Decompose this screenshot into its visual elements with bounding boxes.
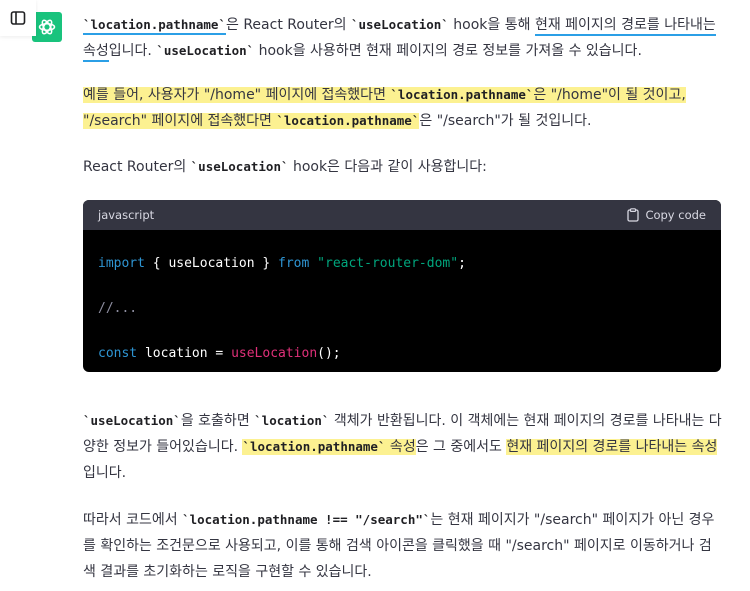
text: 을 호출하면 — [180, 413, 255, 429]
code-text: (); — [317, 346, 341, 361]
paragraph-1: `location.pathname`은 React Router의 `useL… — [83, 12, 723, 64]
inline-code: `location.pathname` — [276, 113, 420, 128]
code-content: import { useLocation } from "react-route… — [83, 230, 721, 372]
highlighted-text: "/search" 페이지에 접속했다면 — [83, 113, 277, 129]
inline-code: `useLocation` — [190, 159, 289, 174]
code-text: ; — [458, 256, 466, 271]
text: hook은 다음과 같이 사용합니다: — [288, 159, 487, 175]
text: 은 React Router의 — [226, 17, 351, 33]
highlighted-text: 현재 페이지의 경로를 나타내는 속성 — [506, 439, 718, 455]
highlighted-text: 예를 들어, 사용자가 "/home" 페이지에 접속했다면 — [83, 87, 391, 103]
inline-code: `location.pathname` — [242, 439, 386, 454]
copy-code-label: Copy code — [645, 208, 706, 222]
inline-code: `useLocation` — [83, 413, 181, 428]
text: 따라서 코드에서 — [83, 512, 183, 528]
inline-code: `location.pathname !== "/search"` — [182, 512, 431, 527]
text: hook을 통해 — [448, 17, 535, 33]
code-keyword: from — [278, 256, 310, 271]
inline-code: `useLocation` — [156, 43, 255, 58]
copy-code-button[interactable]: Copy code — [627, 202, 706, 228]
code-text: location = — [137, 346, 232, 361]
code-keyword: const — [98, 346, 138, 361]
paragraph-4: `useLocation`을 호출하면 `location` 객체가 반환됩니다… — [83, 408, 723, 486]
code-function: useLocation — [231, 346, 318, 361]
code-line: import { useLocation } from "react-route… — [98, 241, 706, 286]
underlined-text: 속성 — [83, 43, 109, 62]
assistant-message: `location.pathname`은 React Router의 `useL… — [83, 12, 723, 585]
text: hook을 사용하면 현재 페이지의 경로 정보를 가져올 수 있습니다. — [254, 43, 642, 59]
assistant-avatar — [32, 12, 62, 42]
paragraph-3: React Router의 `useLocation` hook은 다음과 같이… — [83, 154, 723, 180]
inline-code: `location` — [254, 413, 330, 428]
code-keyword: import — [98, 256, 145, 271]
text: React Router의 — [83, 159, 191, 175]
code-text: { useLocation } — [144, 256, 279, 271]
text: 입니다. — [83, 465, 127, 481]
openai-logo-icon — [38, 19, 56, 35]
text: 은 그 중에서도 — [415, 439, 507, 455]
clipboard-icon — [627, 208, 640, 222]
paragraph-2: 예를 들어, 사용자가 "/home" 페이지에 접속했다면 `location… — [83, 82, 723, 134]
sidebar-toggle-icon — [10, 11, 26, 25]
code-block-header: javascript Copy code — [83, 200, 721, 230]
highlighted-text: 은 "/home"이 될 것이고, — [533, 87, 686, 103]
inline-code: `useLocation` — [350, 17, 449, 32]
text: 은 "/search"가 될 것입니다. — [419, 113, 592, 129]
sidebar-toggle-button[interactable] — [0, 0, 36, 36]
inline-code: `location.pathname` — [390, 87, 534, 102]
code-comment: //... — [98, 301, 138, 316]
code-language-label: javascript — [98, 208, 155, 222]
inline-code: `location.pathname` — [83, 17, 226, 35]
code-line: //... — [98, 286, 706, 331]
code-string: "react-router-dom" — [317, 256, 459, 271]
highlighted-text: 속성 — [385, 439, 416, 455]
text: 입니다. — [108, 43, 157, 59]
paragraph-5: 따라서 코드에서 `location.pathname !== "/search… — [83, 507, 723, 585]
code-line: const location = useLocation(); — [98, 331, 706, 372]
code-block: javascript Copy code import { useLocatio… — [83, 200, 721, 372]
underlined-text: 현재 페이지의 경로를 나타내는 — [534, 17, 716, 36]
